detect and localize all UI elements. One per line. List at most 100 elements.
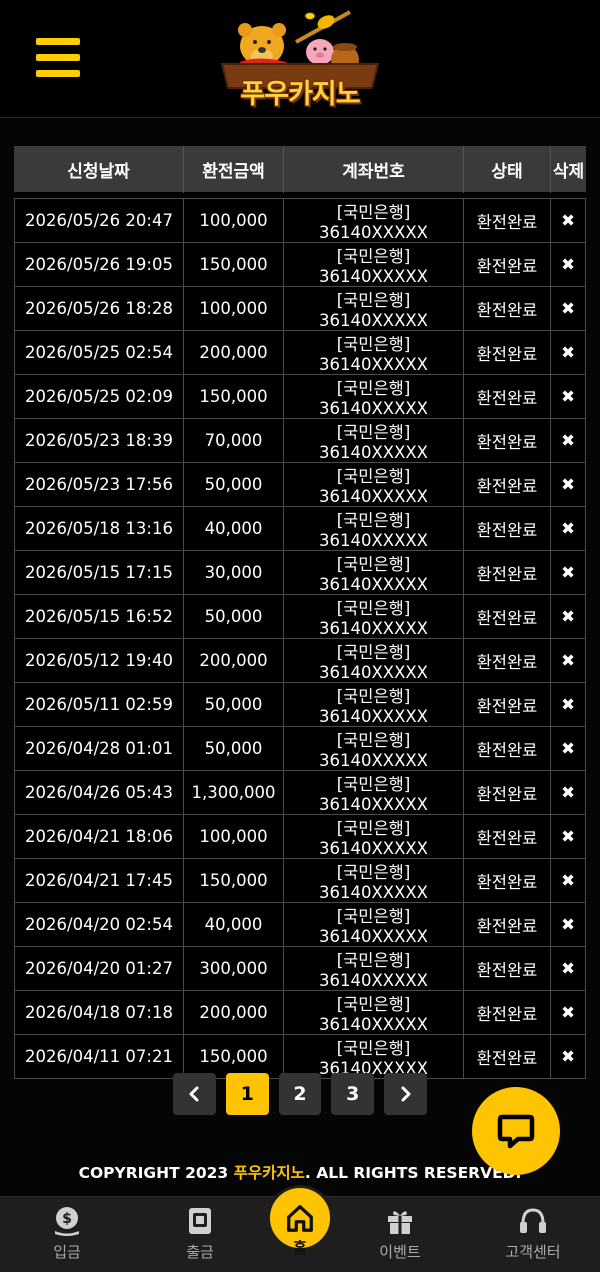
chevron-right-icon	[401, 1086, 411, 1102]
cell-amount: 150,000	[184, 375, 284, 419]
cell-date: 2026/05/23 18:39	[14, 419, 184, 463]
cell-amount: 50,000	[184, 463, 284, 507]
cell-amount: 50,000	[184, 683, 284, 727]
cell-status: 환전완료	[464, 991, 551, 1035]
delete-x-icon[interactable]: ✖	[551, 551, 586, 595]
cell-account[interactable]: [국민은행] 36140XXXXX	[284, 815, 464, 859]
delete-x-icon[interactable]: ✖	[551, 198, 586, 243]
cell-account[interactable]: [국민은행] 36140XXXXX	[284, 683, 464, 727]
delete-x-icon[interactable]: ✖	[551, 419, 586, 463]
cell-date: 2026/04/11 07:21	[14, 1035, 184, 1079]
cell-amount: 100,000	[184, 287, 284, 331]
cell-amount: 150,000	[184, 243, 284, 287]
table-row: 2026/05/25 02:09 150,000 [국민은행] 36140XXXXX…	[14, 375, 586, 419]
headset-icon	[520, 1208, 546, 1233]
cell-account[interactable]: [국민은행] 36140XXXXX	[284, 375, 464, 419]
cell-account[interactable]: [국민은행] 36140XXXXX	[284, 507, 464, 551]
delete-x-icon[interactable]: ✖	[551, 859, 586, 903]
table-row: 2026/04/20 01:27 300,000 [국민은행] 36140XXXXX…	[14, 947, 586, 991]
nav-item-deposit[interactable]: $ 입금	[7, 1197, 127, 1272]
cell-account[interactable]: [국민은행] 36140XXXXX	[284, 243, 464, 287]
delete-x-icon[interactable]: ✖	[551, 507, 586, 551]
delete-x-icon[interactable]: ✖	[551, 947, 586, 991]
table-row: 2026/05/23 18:39 70,000 [국민은행] 36140XXXXX 환…	[14, 419, 586, 463]
chat-bubble-icon	[497, 1114, 535, 1149]
cell-account[interactable]: [국민은행] 36140XXXXX	[284, 331, 464, 375]
pagination-prev-button[interactable]	[173, 1073, 216, 1115]
copyright-suffix: . ALL RIGHTS RESERVED.	[304, 1164, 522, 1182]
cell-amount: 1,300,000	[184, 771, 284, 815]
delete-x-icon[interactable]: ✖	[551, 815, 586, 859]
cell-account[interactable]: [국민은행] 36140XXXXX	[284, 595, 464, 639]
cell-date: 2026/05/25 02:54	[14, 331, 184, 375]
cell-status: 환전완료	[464, 331, 551, 375]
cell-account[interactable]: [국민은행] 36140XXXXX	[284, 727, 464, 771]
cell-status: 환전완료	[464, 1035, 551, 1079]
table-row: 2026/05/26 19:05 150,000 [국민은행] 36140XXXXX…	[14, 243, 586, 287]
atm-withdraw-icon	[189, 1208, 211, 1234]
table-row: 2026/05/15 17:15 30,000 [국민은행] 36140XXXXX 환…	[14, 551, 586, 595]
logo-text: 푸우카지노	[240, 79, 360, 110]
cell-amount: 50,000	[184, 595, 284, 639]
delete-x-icon[interactable]: ✖	[551, 771, 586, 815]
cell-account[interactable]: [국민은행] 36140XXXXX	[284, 419, 464, 463]
cell-account[interactable]: [국민은행] 36140XXXXX	[284, 639, 464, 683]
copyright-brand: 푸우카지노	[233, 1164, 305, 1182]
cell-status: 환전완료	[464, 287, 551, 331]
cell-status: 환전완료	[464, 771, 551, 815]
cell-status: 환전완료	[464, 375, 551, 419]
pagination-next-button[interactable]	[384, 1073, 427, 1115]
cell-date: 2026/05/25 02:09	[14, 375, 184, 419]
cell-amount: 200,000	[184, 331, 284, 375]
cell-status: 환전완료	[464, 243, 551, 287]
delete-x-icon[interactable]: ✖	[551, 375, 586, 419]
delete-x-icon[interactable]: ✖	[551, 903, 586, 947]
delete-x-icon[interactable]: ✖	[551, 463, 586, 507]
gift-icon	[388, 1211, 412, 1234]
cell-date: 2026/05/12 19:40	[14, 639, 184, 683]
cell-status: 환전완료	[464, 947, 551, 991]
table-row: 2026/05/15 16:52 50,000 [국민은행] 36140XXXXX 환…	[14, 595, 586, 639]
cell-date: 2026/05/26 18:28	[14, 287, 184, 331]
pagination-page-1[interactable]: 1	[225, 1073, 269, 1115]
cell-account[interactable]: [국민은행] 36140XXXXX	[284, 463, 464, 507]
delete-x-icon[interactable]: ✖	[551, 331, 586, 375]
cell-account[interactable]: [국민은행] 36140XXXXX	[284, 551, 464, 595]
cell-date: 2026/04/20 01:27	[14, 947, 184, 991]
cell-account[interactable]: [국민은행] 36140XXXXX	[284, 859, 464, 903]
cell-date: 2026/04/28 01:01	[14, 727, 184, 771]
cell-account[interactable]: [국민은행] 36140XXXXX	[284, 947, 464, 991]
nav-item-event[interactable]: 이벤트	[340, 1197, 460, 1272]
delete-x-icon[interactable]: ✖	[551, 243, 586, 287]
cell-status: 환전완료	[464, 198, 551, 243]
delete-x-icon[interactable]: ✖	[551, 1035, 586, 1079]
cell-status: 환전완료	[464, 903, 551, 947]
cell-account[interactable]: [국민은행] 36140XXXXX	[284, 771, 464, 815]
live-chat-button[interactable]	[472, 1087, 560, 1175]
cell-account[interactable]: [국민은행] 36140XXXXX	[284, 991, 464, 1035]
column-header-status: 상태	[464, 146, 551, 194]
cell-date: 2026/05/15 17:15	[14, 551, 184, 595]
brand-logo[interactable]: 푸우카지노	[200, 2, 400, 112]
delete-x-icon[interactable]: ✖	[551, 595, 586, 639]
pagination-page-2[interactable]: 2	[278, 1073, 322, 1115]
cell-account[interactable]: [국민은행] 36140XXXXX	[284, 287, 464, 331]
hamburger-menu-icon[interactable]	[36, 38, 82, 80]
cell-account[interactable]: [국민은행] 36140XXXXX	[284, 198, 464, 243]
delete-x-icon[interactable]: ✖	[551, 991, 586, 1035]
delete-x-icon[interactable]: ✖	[551, 727, 586, 771]
home-icon	[287, 1205, 313, 1232]
delete-x-icon[interactable]: ✖	[551, 683, 586, 727]
pagination-page-3[interactable]: 3	[331, 1073, 375, 1115]
dollar-coin-icon: $	[55, 1207, 79, 1236]
cell-amount: 100,000	[184, 198, 284, 243]
table-row: 2026/04/20 02:54 40,000 [국민은행] 36140XXXXX 환…	[14, 903, 586, 947]
nav-label-support: 고객센터	[505, 1243, 561, 1261]
nav-item-support[interactable]: 고객센터	[473, 1197, 593, 1272]
cell-status: 환전완료	[464, 727, 551, 771]
cell-status: 환전완료	[464, 639, 551, 683]
cell-account[interactable]: [국민은행] 36140XXXXX	[284, 903, 464, 947]
table-row: 2026/05/18 13:16 40,000 [국민은행] 36140XXXXX 환…	[14, 507, 586, 551]
delete-x-icon[interactable]: ✖	[551, 287, 586, 331]
delete-x-icon[interactable]: ✖	[551, 639, 586, 683]
